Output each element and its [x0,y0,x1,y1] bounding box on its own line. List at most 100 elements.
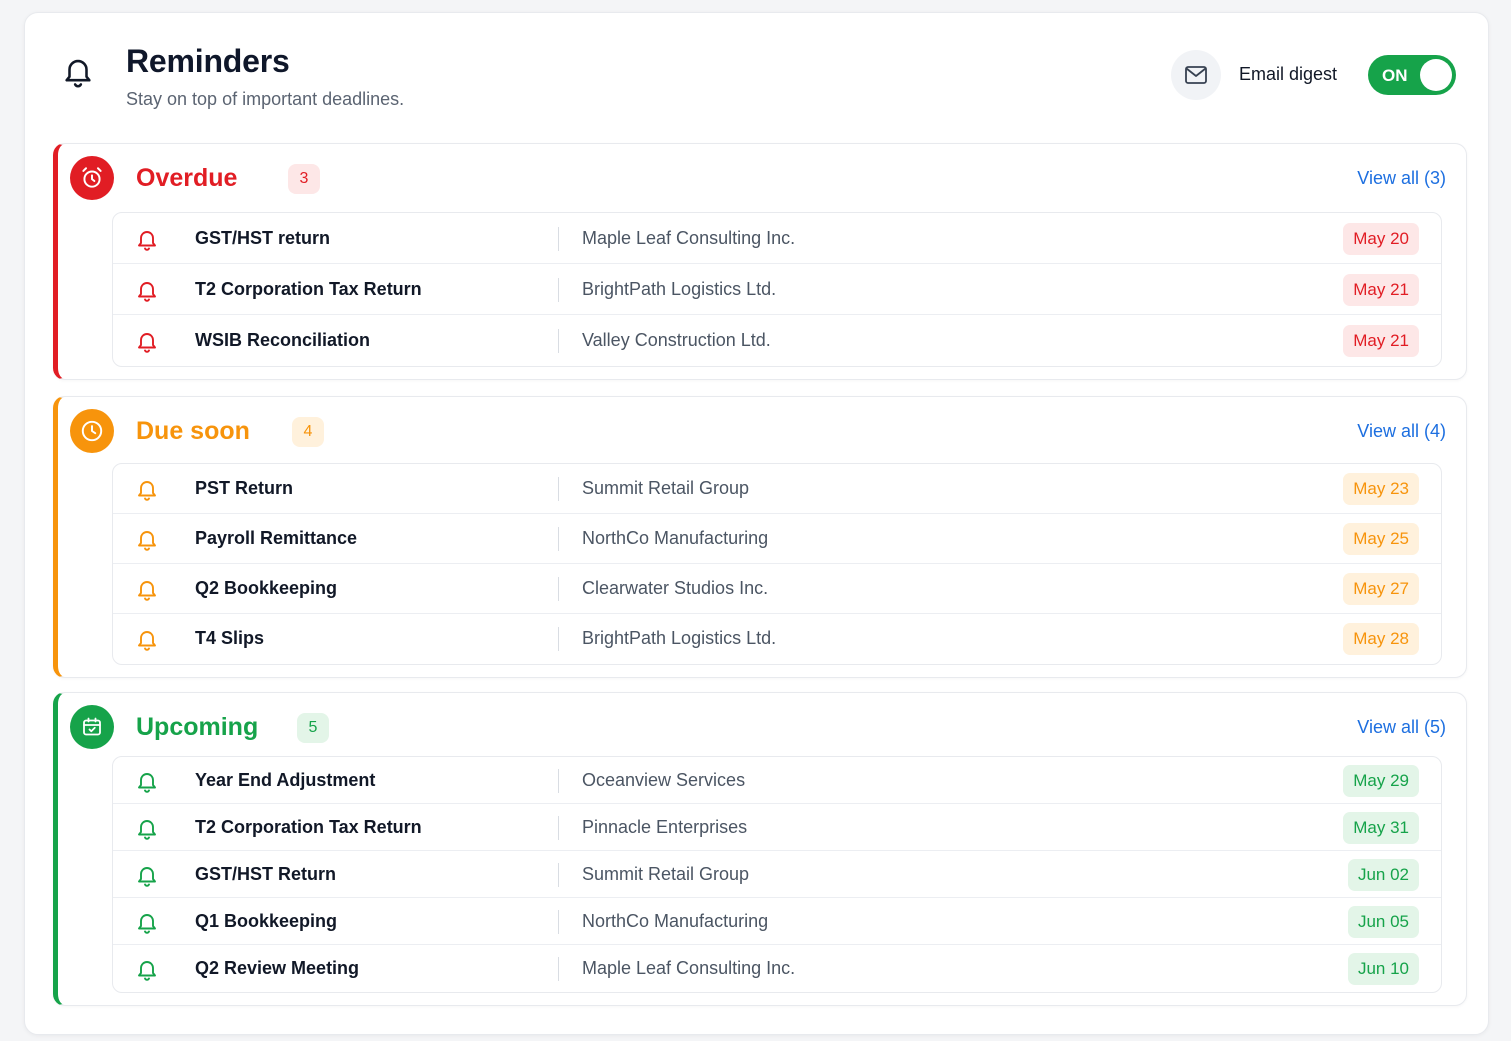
reminder-name: GST/HST return [195,227,331,248]
bell-icon [135,862,159,888]
section-title: Overdue [136,164,238,192]
due-date-badge: Jun 02 [1347,858,1419,891]
due-date-badge: May 21 [1343,273,1419,306]
reminder-client: BrightPath Logistics Ltd. [582,278,777,299]
section-overdue: Overdue 3 View all (3) GST/HST return Maple … [53,143,1467,380]
column-divider [558,862,559,887]
reminder-client: Valley Construction Ltd. [582,329,771,350]
reminder-row[interactable]: WSIB Reconciliation Valley Construction L… [113,315,1441,366]
email-button[interactable] [1171,50,1221,100]
due-date-badge: May 25 [1343,523,1419,555]
reminder-row[interactable]: Q2 Bookkeeping Clearwater Studios Inc. May… [113,564,1441,614]
reminder-client: Clearwater Studios Inc. [582,578,769,598]
section-count-badge: 4 [292,417,324,447]
reminder-row[interactable]: GST/HST Return Summit Retail Group Jun 02 [113,851,1441,898]
reminder-client: Maple Leaf Consulting Inc. [582,227,796,248]
toggle-state-label: ON [1382,66,1408,85]
reminder-client: Summit Retail Group [582,478,750,498]
alarm-clock-icon [70,156,114,200]
reminder-client: Pinnacle Enterprises [582,816,748,837]
section-upcoming: Upcoming 5 View all (5) Year End Adjustment… [53,692,1467,1006]
bell-icon [135,626,159,652]
email-digest-toggle[interactable]: ON [1368,55,1456,95]
reminder-row[interactable]: Year End Adjustment Oceanview Services May… [113,757,1441,804]
view-all-link[interactable]: View all (3) [1357,168,1446,189]
bell-icon [135,277,159,303]
due-date-badge: May 20 [1343,222,1419,255]
section-count-badge: 3 [288,164,320,194]
due-date-badge: May 27 [1343,573,1419,605]
page-title: Reminders [126,43,290,79]
due-date-badge: Jun 05 [1347,905,1419,938]
due-date-badge: May 31 [1343,811,1419,844]
column-divider [558,527,559,551]
section-due-soon: Due soon 4 View all (4) PST Return Summit Re… [53,396,1467,678]
reminders-panel: Reminders Stay on top of important deadl… [24,12,1489,1035]
reminder-name: T2 Corporation Tax Return [195,816,422,837]
reminder-name: T2 Corporation Tax Return [195,278,422,299]
bell-icon [135,226,159,252]
column-divider [558,956,559,981]
reminder-name: GST/HST Return [195,863,337,884]
column-divider [558,226,559,251]
bell-icon [135,476,159,502]
bell-icon [135,815,159,841]
reminder-row[interactable]: Q2 Review Meeting Maple Leaf Consulting I… [113,945,1441,992]
reminder-row[interactable]: GST/HST return Maple Leaf Consulting Inc.… [113,213,1441,264]
reminder-row[interactable]: Payroll Remittance NorthCo Manufacturing M… [113,514,1441,564]
reminder-client: NorthCo Manufacturing [582,910,769,931]
due-date-badge: May 29 [1343,764,1419,797]
reminder-name: Q1 Bookkeeping [195,910,338,931]
reminder-client: NorthCo Manufacturing [582,528,769,548]
bell-icon [135,576,159,602]
column-divider [558,627,559,651]
reminder-row[interactable]: T2 Corporation Tax Return Pinnacle Enterp… [113,804,1441,851]
reminder-name: WSIB Reconciliation [195,329,371,350]
section-title: Due soon [136,417,250,445]
due-date-badge: May 28 [1343,623,1419,655]
view-all-link[interactable]: View all (5) [1357,717,1446,738]
bell-icon [135,526,159,552]
column-divider [558,577,559,601]
reminder-name: Payroll Remittance [195,528,358,548]
section-title: Upcoming [136,713,259,741]
reminder-name: PST Return [195,478,294,498]
due-date-badge: May 21 [1343,324,1419,357]
bell-icon [135,768,159,794]
reminder-client: Summit Retail Group [582,863,750,884]
reminder-list: PST Return Summit Retail Group May 23 Payro… [112,463,1442,665]
reminder-row[interactable]: T2 Corporation Tax Return BrightPath Logi… [113,264,1441,315]
section-count-badge: 5 [297,713,329,743]
reminder-list: GST/HST return Maple Leaf Consulting Inc.… [112,212,1442,367]
column-divider [558,768,559,793]
column-divider [558,277,559,302]
clock-icon [70,409,114,453]
reminder-list: Year End Adjustment Oceanview Services May… [112,756,1442,993]
calendar-icon [70,705,114,749]
column-divider [558,477,559,501]
view-all-link[interactable]: View all (4) [1357,421,1446,442]
reminder-name: T4 Slips [195,628,265,648]
bell-icon [135,956,159,982]
reminder-name: Q2 Bookkeeping [195,578,338,598]
toggle-knob [1420,59,1452,91]
due-date-badge: May 23 [1343,473,1419,505]
reminder-row[interactable]: PST Return Summit Retail Group May 23 [113,464,1441,514]
reminder-name: Year End Adjustment [195,769,376,790]
email-digest-label: Email digest [1239,64,1338,84]
mail-icon [1185,66,1207,84]
column-divider [558,328,559,353]
reminder-client: BrightPath Logistics Ltd. [582,628,777,648]
page-subtitle: Stay on top of important deadlines. [126,89,405,109]
reminder-name: Q2 Review Meeting [195,957,360,978]
bell-icon [65,59,91,88]
reminder-client: Maple Leaf Consulting Inc. [582,957,796,978]
bell-icon [135,328,159,354]
reminder-row[interactable]: Q1 Bookkeeping NorthCo Manufacturing Jun 0… [113,898,1441,945]
reminder-row[interactable]: T4 Slips BrightPath Logistics Ltd. May 28 [113,614,1441,664]
column-divider [558,815,559,840]
column-divider [558,909,559,934]
due-date-badge: Jun 10 [1347,952,1419,985]
reminder-client: Oceanview Services [582,769,746,790]
bell-icon [135,909,159,935]
